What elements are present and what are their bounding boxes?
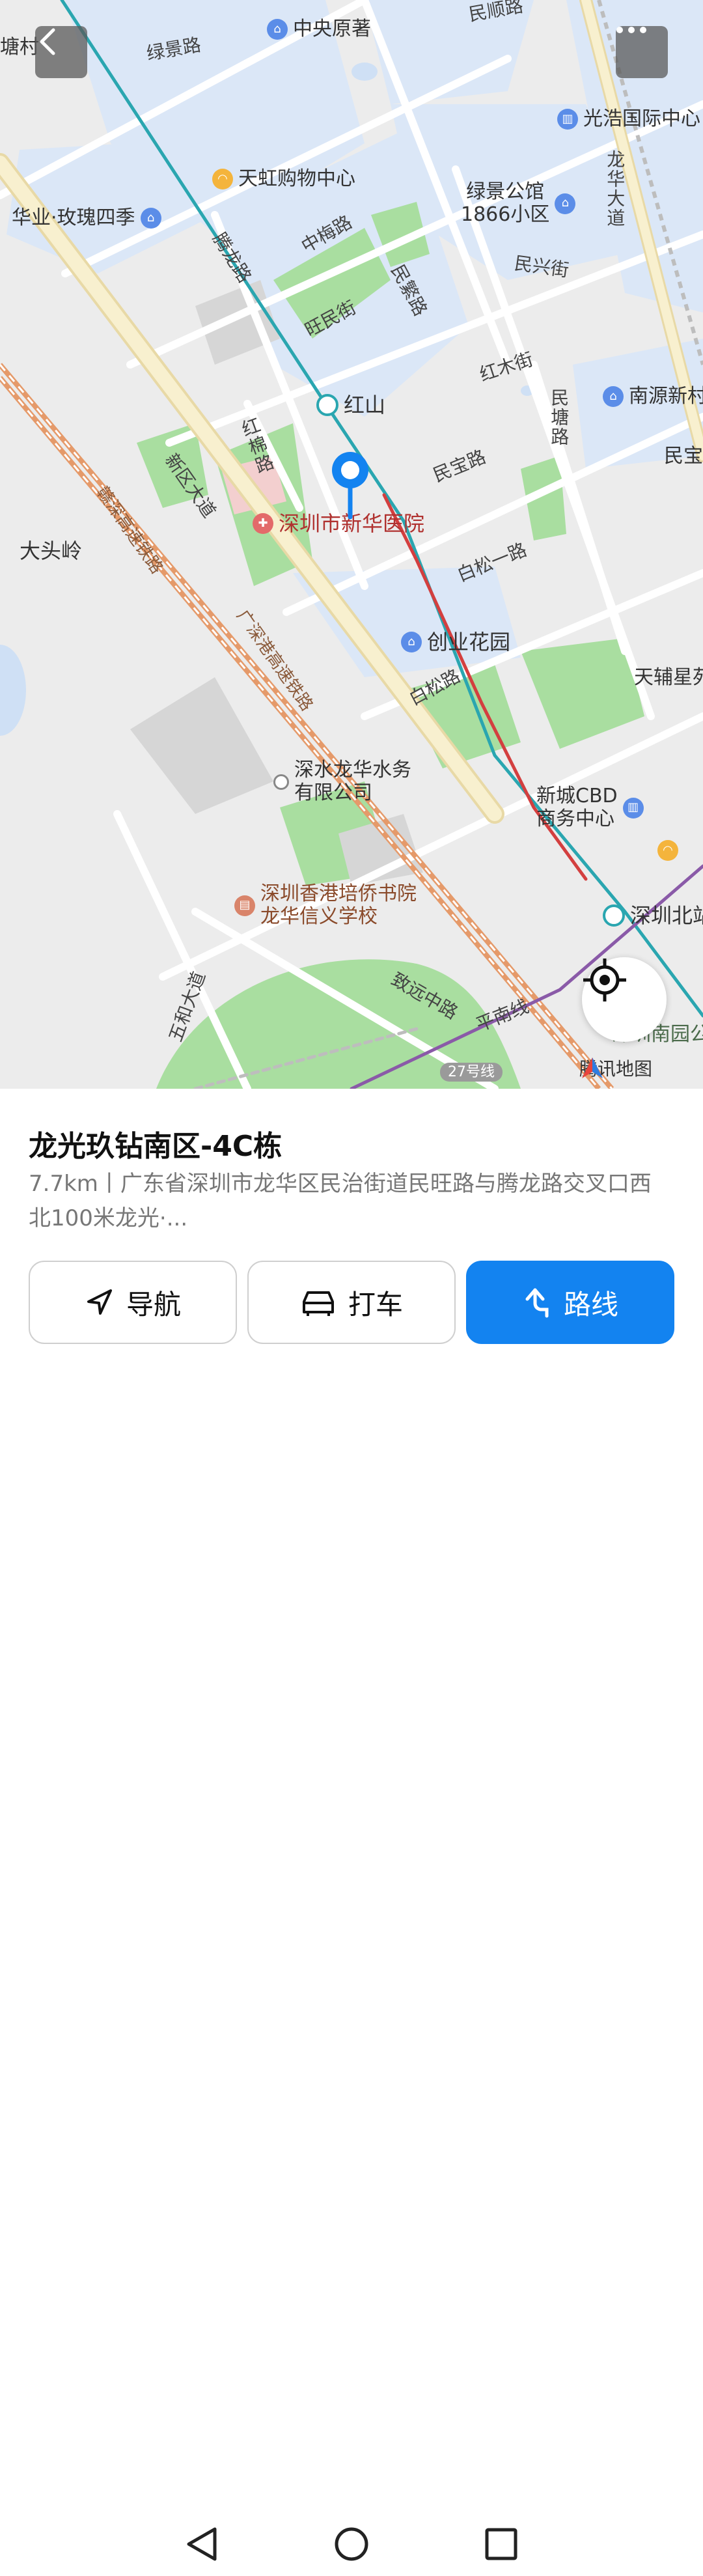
poi-school[interactable]: ▤ 深圳香港培侨书院 龙华信义学校 [234, 882, 417, 928]
label-tianfu: 天辅星苑 [634, 666, 703, 689]
tencent-map-logo-icon [582, 1057, 603, 1078]
metro-line-27-badge: 27号线 [440, 1063, 503, 1082]
navigation-arrow-icon [87, 1289, 112, 1315]
more-button[interactable] [616, 26, 668, 78]
poi-cbd[interactable]: 新城CBD 商务中心 ▥ [536, 785, 644, 830]
route-arrow-icon [525, 1288, 549, 1318]
back-button[interactable] [35, 26, 87, 78]
shopping-icon: ◠ [212, 169, 233, 190]
poi-chuangye[interactable]: ⌂ 创业花园 [401, 630, 510, 654]
nav-recents-icon[interactable] [485, 2528, 517, 2560]
action-bar: 导航 打车 路线 [29, 1261, 674, 1344]
label-datouling: 大头岭 [20, 539, 83, 563]
navigate-button[interactable]: 导航 [29, 1261, 237, 1344]
route-button[interactable]: 路线 [466, 1261, 674, 1344]
more-horizontal-icon [616, 27, 646, 33]
metro-station-icon [316, 394, 338, 417]
hospital-icon: ✚ [253, 513, 273, 535]
poi-huaye[interactable]: 华业·玫瑰四季 ⌂ [12, 206, 161, 230]
label-tangcun: 塘村 [0, 36, 39, 59]
taxi-button[interactable]: 打车 [247, 1261, 456, 1344]
system-nav-bar [0, 2515, 703, 2573]
building-icon: ⌂ [267, 19, 288, 40]
poi-water-company[interactable]: 深水龙华水务 有限公司 [273, 759, 411, 804]
building-icon: ▥ [622, 797, 644, 819]
car-icon [302, 1291, 334, 1316]
poi-nanyuan[interactable]: ⌂ 南源新村 [603, 385, 703, 408]
metro-hongshan[interactable]: 红山 [316, 393, 385, 417]
place-address: 7.7km丨广东省深圳市龙华区民治街道民旺路与腾龙路交叉口西北100米龙光·..… [29, 1171, 652, 1231]
place-title: 龙光玖钻南区-4C栋 [29, 1130, 283, 1163]
locate-icon [583, 959, 626, 1001]
place-detail-panel: 龙光玖钻南区-4C栋 7.7km丨广东省深圳市龙华区民治街道民旺路与腾龙路交叉口… [0, 1089, 703, 2561]
label-minbao-right: 民宝 [664, 445, 703, 468]
school-icon: ▤ [234, 895, 255, 916]
road-mintang: 民塘路 [548, 388, 570, 447]
locate-button[interactable] [582, 957, 667, 1042]
poi-tianhong[interactable]: ◠ 天虹购物中心 [212, 167, 355, 191]
poi-lvjing-gongguan[interactable]: 绿景公馆 1866小区 ⌂ [461, 180, 576, 226]
marker-icon [273, 774, 289, 790]
building-icon: ⌂ [401, 632, 422, 653]
map-brand: 腾讯地图 [579, 1055, 652, 1081]
nav-back-icon[interactable] [187, 2527, 217, 2561]
building-icon: ⌂ [603, 386, 624, 408]
building-icon: ⌂ [140, 208, 161, 229]
metro-shenzhen-north[interactable]: 深圳北站 [603, 904, 703, 928]
metro-station-icon [603, 904, 625, 927]
chevron-left-icon [40, 28, 55, 55]
map-view[interactable]: ⌂ 中央原著 绿景路 塘村 民顺路 ▥ 光浩国际中心 ◠ 天虹购物中心 绿景公馆… [0, 0, 703, 1089]
building-icon: ▥ [557, 109, 578, 130]
road-longhua-avenue: 龙华大道 [604, 150, 626, 228]
nav-home-icon[interactable] [335, 2527, 368, 2561]
poi-guanghao[interactable]: ▥ 光浩国际中心 [557, 107, 700, 131]
shopping-icon: ◠ [657, 840, 678, 861]
building-icon: ⌂ [555, 193, 576, 214]
poi-zhongyang[interactable]: ⌂ 中央原著 [267, 18, 371, 41]
poi-right-mall[interactable]: ◠ [657, 840, 678, 861]
map-pin-icon[interactable] [329, 449, 371, 521]
